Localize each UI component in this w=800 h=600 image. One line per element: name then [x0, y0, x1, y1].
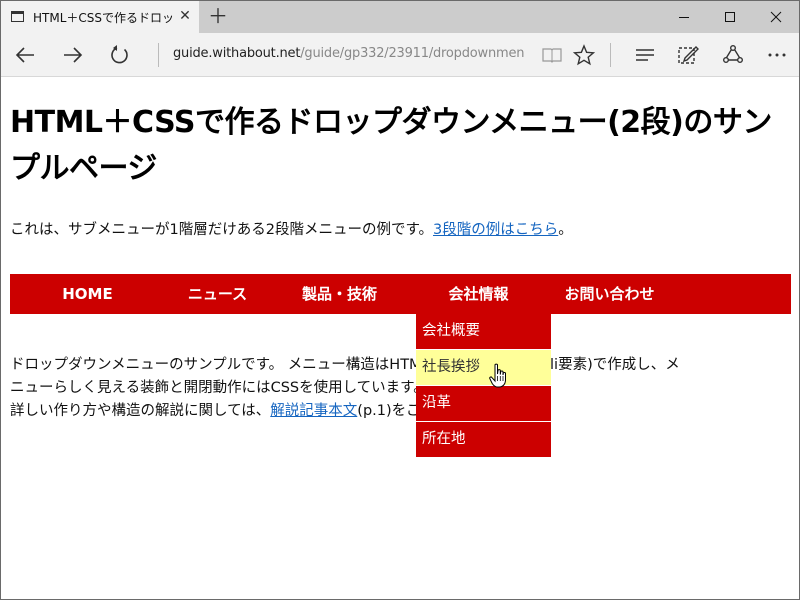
share-icon[interactable]	[717, 39, 749, 71]
address-host: guide.withabout.net	[173, 46, 301, 61]
page-title: HTML＋CSSで作るドロップダウンメニュー(2段)のサンプルページ	[10, 105, 772, 186]
address-bar[interactable]: guide.withabout.net/guide/gp332/23911/dr…	[173, 46, 525, 64]
address-path: /guide/gp332/23911/dropdownmenu-css	[300, 46, 525, 61]
body-line-3: 詳しい作り方や構造の解説に関しては、解説記事本文(p.1)をご覧下さい。	[10, 400, 790, 423]
submenu-item-history[interactable]: 沿革	[416, 386, 551, 422]
web-note-icon[interactable]	[672, 39, 704, 71]
article-body-link[interactable]: 解説記事本文	[270, 403, 357, 419]
nav-item-news[interactable]: ニュース	[165, 274, 270, 314]
tab-title: HTML＋CSSで作るドロップ	[33, 11, 173, 25]
intro-text: これは、サブメニューが1階層だけある2段階メニューの例です。	[10, 222, 433, 238]
back-icon[interactable]	[9, 39, 41, 71]
intro-paragraph: これは、サブメニューが1階層だけある2段階メニューの例です。3段階の例はこちら。	[10, 218, 573, 239]
browser-window: HTML＋CSSで作るドロップ ✕ ＋ guide.withabout.net/…	[0, 0, 800, 600]
page-content: HTML＋CSSで作るドロップダウンメニュー(2段)のサンプルページ これは、サ…	[1, 78, 799, 599]
new-tab-button[interactable]: ＋	[207, 5, 229, 27]
reading-view-icon[interactable]	[536, 39, 568, 71]
active-tab[interactable]: HTML＋CSSで作るドロップ ✕	[1, 1, 199, 33]
intro-end: 。	[558, 222, 573, 238]
body-line-3-pre: 詳しい作り方や構造の解説に関しては、	[10, 403, 271, 419]
page-icon	[11, 11, 24, 22]
toolbar-separator	[610, 43, 611, 67]
nav-item-contact[interactable]: お問い合わせ	[548, 274, 671, 314]
body-line-2: ニューらしく見える装飾と開閉動作にはCSSを使用しています。	[10, 380, 428, 396]
nav-item-home[interactable]: HOME	[10, 274, 165, 314]
three-level-example-link[interactable]: 3段階の例はこちら	[433, 222, 558, 238]
tab-bar: HTML＋CSSで作るドロップ ✕ ＋	[1, 1, 799, 33]
submenu-item-overview[interactable]: 会社概要	[416, 314, 551, 350]
body-paragraph: ドロップダウンメニューのサンプルです。 メニュー構造はHTMLのリスト(ul要素…	[10, 354, 790, 423]
nav-item-company[interactable]: 会社情報	[409, 274, 548, 314]
favorite-star-icon[interactable]	[568, 39, 600, 71]
hub-icon[interactable]	[629, 39, 661, 71]
more-icon[interactable]	[761, 39, 793, 71]
close-icon[interactable]	[753, 1, 799, 33]
refresh-icon[interactable]	[104, 39, 136, 71]
minimize-icon[interactable]	[661, 1, 707, 33]
hand-cursor-icon	[489, 363, 506, 388]
maximize-icon[interactable]	[707, 1, 753, 33]
main-nav-bar: HOME ニュース 製品・技術 会社情報 お問い合わせ	[10, 274, 791, 314]
company-submenu: 会社概要 社長挨拶 沿革 所在地	[416, 314, 551, 458]
forward-icon[interactable]	[57, 39, 89, 71]
submenu-item-location[interactable]: 所在地	[416, 422, 551, 458]
tab-close-icon[interactable]: ✕	[177, 8, 193, 24]
submenu-item-greeting[interactable]: 社長挨拶	[416, 350, 551, 386]
browser-toolbar: guide.withabout.net/guide/gp332/23911/dr…	[1, 33, 799, 77]
address-separator	[158, 43, 159, 67]
nav-item-products[interactable]: 製品・技術	[270, 274, 409, 314]
body-line-1: ドロップダウンメニューのサンプルです。 メニュー構造はHTMLのリスト(ul要素…	[10, 357, 680, 373]
